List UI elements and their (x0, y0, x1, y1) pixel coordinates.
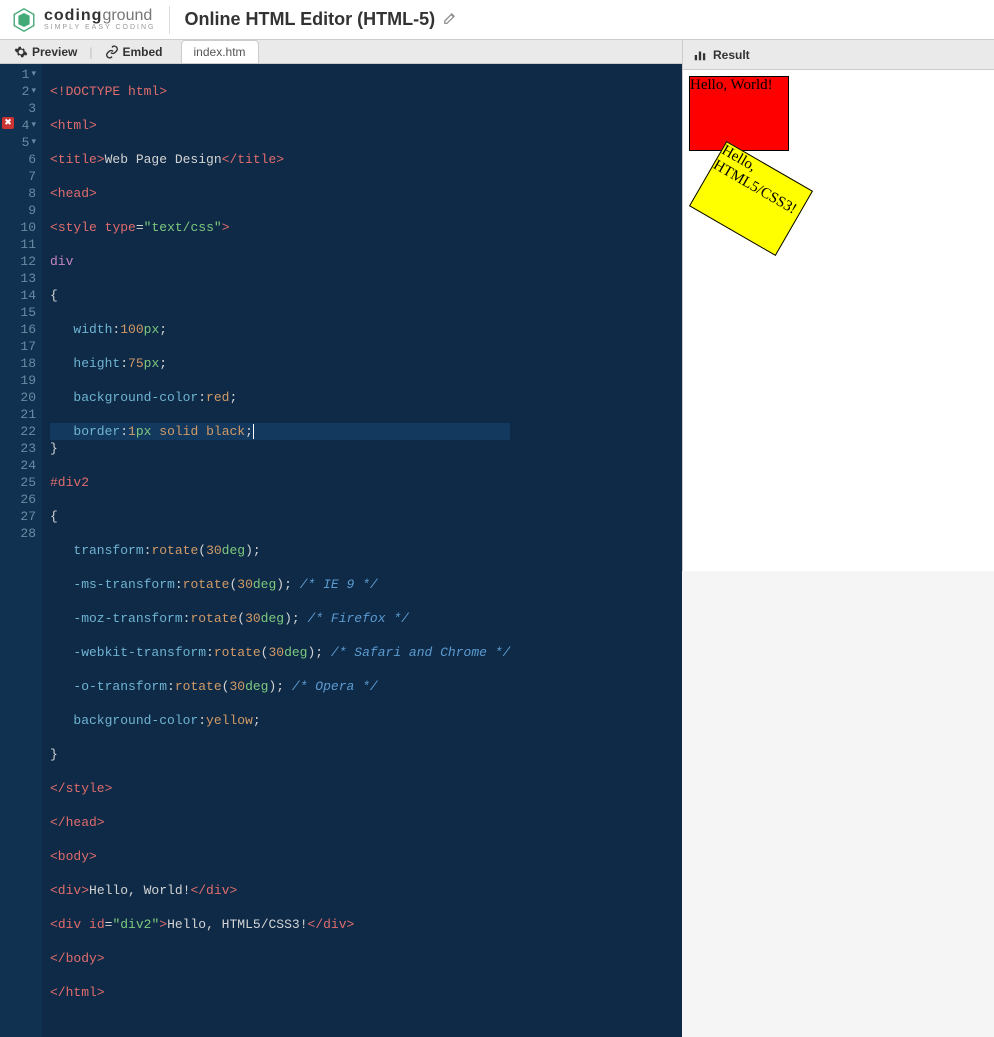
editor-panel: Preview | Embed index.htm ✖ 1 ▾2 ▾34 ▾5 … (0, 40, 683, 571)
line-number: 19 (4, 372, 36, 389)
logo-text: codingground SIMPLY EASY CODING (44, 8, 155, 31)
result-header: Result (683, 40, 994, 70)
result-box-1: Hello, World! (689, 76, 789, 151)
line-number: 21 (4, 406, 36, 423)
line-number: 15 (4, 304, 36, 321)
editor-toolbar: Preview | Embed index.htm (0, 40, 682, 64)
edit-icon[interactable] (443, 11, 457, 28)
line-number: 27 (4, 508, 36, 525)
line-number: 5 ▾ (4, 134, 36, 151)
line-number: 18 (4, 355, 36, 372)
line-number: 28 (4, 525, 36, 542)
error-marker-icon[interactable]: ✖ (2, 117, 14, 129)
logo-icon (10, 6, 38, 34)
logo[interactable]: codingground SIMPLY EASY CODING (10, 6, 170, 34)
line-number: 26 (4, 491, 36, 508)
line-number: 12 (4, 253, 36, 270)
line-number: 23 (4, 440, 36, 457)
gear-icon (14, 45, 28, 59)
embed-button[interactable]: Embed (99, 42, 169, 62)
line-number: 7 (4, 168, 36, 185)
embed-label: Embed (123, 45, 163, 59)
line-number: 14 (4, 287, 36, 304)
result-label: Result (713, 48, 750, 62)
preview-button[interactable]: Preview (8, 42, 83, 62)
app-header: codingground SIMPLY EASY CODING Online H… (0, 0, 994, 40)
result-frame: Hello, World! Hello, HTML5/CSS3! (683, 70, 994, 571)
line-number: 24 (4, 457, 36, 474)
line-number: 20 (4, 389, 36, 406)
main-area: Preview | Embed index.htm ✖ 1 ▾2 ▾34 ▾5 … (0, 40, 994, 571)
line-number: 9 (4, 202, 36, 219)
preview-label: Preview (32, 45, 77, 59)
chart-icon (693, 48, 707, 62)
code-editor[interactable]: ✖ 1 ▾2 ▾34 ▾5 ▾6789101112131415161718192… (0, 64, 682, 1037)
line-number: 13 (4, 270, 36, 287)
line-number: 2 ▾ (4, 83, 36, 100)
link-icon (105, 45, 119, 59)
line-number: 25 (4, 474, 36, 491)
line-number: 17 (4, 338, 36, 355)
tab-index[interactable]: index.htm (181, 40, 259, 63)
line-gutter: 1 ▾2 ▾34 ▾5 ▾678910111213141516171819202… (0, 64, 42, 1037)
page-title: Online HTML Editor (HTML-5) (184, 9, 435, 30)
line-number: 1 ▾ (4, 66, 36, 83)
line-number: 8 (4, 185, 36, 202)
line-number: 22 (4, 423, 36, 440)
result-box-2: Hello, HTML5/CSS3! (689, 141, 813, 256)
line-number: 16 (4, 321, 36, 338)
line-number: 11 (4, 236, 36, 253)
line-number: 6 (4, 151, 36, 168)
toolbar-separator: | (89, 45, 92, 59)
code-area[interactable]: <!DOCTYPE html> <html> <title>Web Page D… (42, 64, 518, 1037)
result-panel: Result Hello, World! Hello, HTML5/CSS3! (683, 40, 994, 571)
line-number: 10 (4, 219, 36, 236)
